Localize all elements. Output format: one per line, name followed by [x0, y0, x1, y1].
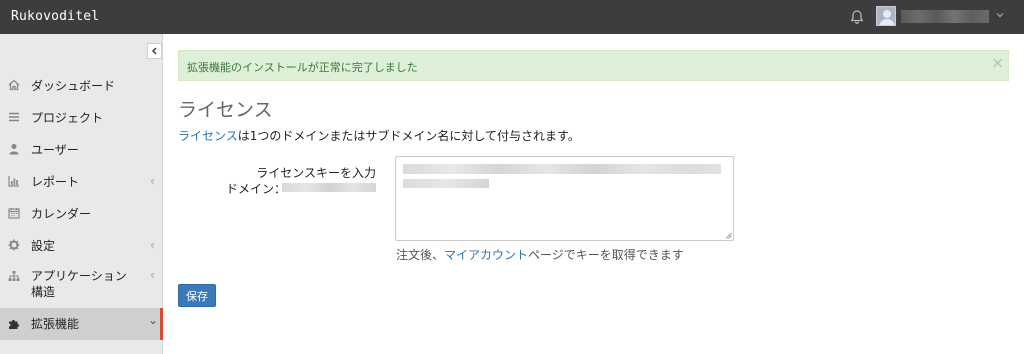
domain-value-redacted	[282, 183, 376, 192]
chevron-left-icon: ‹	[150, 238, 155, 252]
sidebar-collapse-button[interactable]	[147, 43, 162, 59]
list-icon	[9, 112, 19, 122]
save-button[interactable]: 保存	[178, 284, 216, 307]
chevron-down-icon: ⌄	[148, 313, 159, 327]
license-description: ライセンスは1つのドメインまたはサブドメイン名に対して付与されます。	[178, 127, 580, 144]
chevron-left-icon: ‹	[150, 268, 155, 282]
close-icon[interactable]: ×	[991, 55, 1004, 71]
chevron-left-icon	[152, 47, 157, 55]
sidebar-item-label: アプリケーション構造	[31, 269, 127, 299]
license-key-textarea[interactable]	[395, 156, 734, 241]
license-hint: 注文後、マイアカウントページでキーを取得できます	[396, 246, 684, 263]
license-key-text-redacted	[403, 179, 489, 188]
page-title: ライセンス	[178, 99, 273, 121]
puzzle-icon	[9, 320, 19, 329]
license-description-text: は1つのドメインまたはサブドメイン名に対して付与されます。	[237, 129, 580, 143]
sidebar-item-dashboard[interactable]: ダッシュボード	[0, 76, 162, 96]
license-key-text-redacted	[403, 164, 721, 174]
sidebar-item-calendar[interactable]: カレンダー	[0, 204, 162, 224]
my-account-link[interactable]: マイアカウント	[444, 248, 528, 262]
sitemap-icon	[8, 271, 20, 281]
domain-label: ドメイン：	[226, 182, 287, 196]
license-link[interactable]: ライセンス	[178, 129, 238, 143]
brand-logo[interactable]: Rukovoditel	[11, 9, 99, 24]
success-alert: 拡張機能のインストールが正常に完了しました ×	[178, 50, 1009, 81]
user-avatar-icon[interactable]	[876, 6, 896, 26]
sidebar-item-label: ダッシュボード	[31, 79, 116, 93]
sidebar-item-label: ユーザー	[31, 143, 79, 157]
sidebar-item-extensions[interactable]: 拡張機能 ⌄	[0, 308, 163, 340]
user-icon	[9, 144, 19, 155]
home-icon	[8, 79, 20, 91]
resize-handle-icon[interactable]	[725, 232, 732, 239]
gear-icon	[8, 239, 20, 251]
sidebar-item-label: カレンダー	[31, 207, 92, 221]
sidebar: ダッシュボード プロジェクト ユーザー レポート ‹ カレンダー 設定 ‹ アプ…	[0, 34, 163, 354]
bell-icon[interactable]	[849, 9, 865, 25]
user-name-redacted[interactable]	[901, 10, 989, 23]
sidebar-item-label: プロジェクト	[31, 111, 104, 125]
sidebar-item-label: レポート	[31, 175, 80, 189]
sidebar-item-settings[interactable]: 設定 ‹	[0, 236, 162, 256]
hint-prefix: 注文後、	[396, 248, 445, 262]
bar-chart-icon	[8, 176, 19, 187]
license-key-label: ライセンスキーを入力	[256, 166, 376, 180]
sidebar-item-users[interactable]: ユーザー	[0, 140, 162, 160]
hint-suffix: ページでキーを取得できます	[528, 248, 684, 262]
alert-message: 拡張機能のインストールが正常に完了しました	[187, 61, 418, 74]
chevron-left-icon: ‹	[150, 174, 155, 188]
sidebar-item-partial[interactable]	[0, 346, 162, 354]
sidebar-item-label: 設定	[31, 239, 56, 253]
chevron-down-icon[interactable]	[996, 11, 1004, 19]
sidebar-item-label: 拡張機能	[31, 317, 80, 331]
top-navbar: Rukovoditel	[0, 0, 1024, 34]
calendar-icon	[8, 208, 20, 219]
sidebar-item-projects[interactable]: プロジェクト	[0, 108, 162, 128]
sidebar-item-application-structure[interactable]: アプリケーション構造 ‹	[0, 266, 162, 302]
sidebar-item-reports[interactable]: レポート ‹	[0, 172, 162, 192]
